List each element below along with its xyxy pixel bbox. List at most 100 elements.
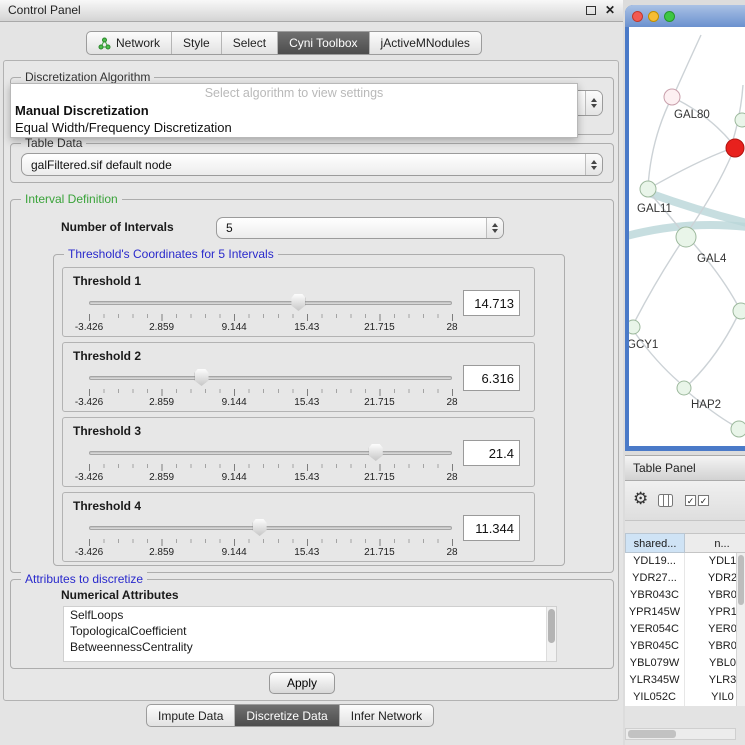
cell[interactable]: YER054C [625, 621, 685, 638]
scale-label: 15.43 [294, 397, 319, 408]
algorithm-dropdown-popup: Select algorithm to view settings Manual… [10, 83, 578, 138]
table-hscrollbar[interactable] [625, 728, 736, 740]
gear-icon[interactable]: ⚙ [633, 489, 648, 509]
list-item[interactable]: TopologicalCoefficient [64, 623, 556, 639]
scrollbar-thumb[interactable] [628, 730, 676, 738]
table-row[interactable]: YIL052CYIL0 [625, 689, 745, 706]
node[interactable] [735, 113, 745, 127]
node-hap2[interactable] [677, 381, 691, 395]
tab-network[interactable]: Network [87, 32, 171, 54]
control-panel-window: Control Panel ✕ Network Style Select Cyn… [0, 0, 623, 745]
tab-jactivemnodules[interactable]: jActiveMNodules [369, 32, 481, 54]
tab-impute-data[interactable]: Impute Data [147, 705, 234, 726]
cell[interactable]: YLR345W [625, 672, 685, 689]
dropdown-option-equal-width-frequency[interactable]: Equal Width/Frequency Discretization [11, 119, 577, 136]
threshold-2-value-field[interactable] [463, 365, 520, 391]
table-data-select[interactable]: galFiltered.sif default node [21, 153, 603, 176]
zoom-traffic-light[interactable] [664, 11, 675, 22]
threshold-4-panel: Threshold 4 -3.426 2.859 9.144 15.43 21.… [62, 492, 535, 562]
group-title: Threshold's Coordinates for 5 Intervals [64, 247, 278, 261]
slider-track[interactable] [89, 301, 452, 305]
scale-label: 21.715 [364, 472, 395, 483]
scale-label: -3.426 [75, 397, 103, 408]
scrollbar-thumb[interactable] [548, 609, 555, 643]
table-row[interactable]: YLR345WYLR3 [625, 672, 745, 689]
node-gal4[interactable] [676, 227, 696, 247]
scale-label: 28 [446, 397, 457, 408]
tab-label: Cyni Toolbox [289, 36, 357, 50]
cell[interactable]: YBL079W [625, 655, 685, 672]
scale-label: 9.144 [222, 547, 247, 558]
network-window-titlebar [625, 5, 745, 27]
table-row[interactable]: YDL19...YDL1 [625, 553, 745, 570]
table-vscrollbar[interactable] [736, 553, 745, 706]
threshold-1-slider[interactable] [89, 292, 452, 312]
select-none-icon[interactable]: ✓ [698, 495, 709, 506]
cell[interactable]: YBR043C [625, 587, 685, 604]
slider-ticks [89, 314, 453, 321]
node-gal11[interactable] [640, 181, 656, 197]
table-row[interactable]: YBL079WYBL0 [625, 655, 745, 672]
close-icon[interactable]: ✕ [605, 3, 615, 17]
tab-infer-network[interactable]: Infer Network [339, 705, 433, 726]
slider-handle[interactable] [369, 444, 383, 461]
numerical-attributes-list: SelfLoops TopologicalCoefficient Between… [63, 606, 557, 662]
table-row[interactable]: YER054CYER0 [625, 621, 745, 638]
cell[interactable]: YDR27... [625, 570, 685, 587]
cell[interactable]: YIL052C [625, 689, 685, 706]
combo-arrows-icon [585, 154, 602, 175]
table-row[interactable]: YBR045CYBR0 [625, 638, 745, 655]
slider-scale: -3.426 2.859 9.144 15.43 21.715 28 [89, 322, 452, 334]
tab-style[interactable]: Style [171, 32, 221, 54]
threshold-4-slider[interactable] [89, 517, 452, 537]
float-window-icon[interactable] [586, 6, 596, 15]
slider-handle[interactable] [291, 294, 305, 311]
scrollbar-thumb[interactable] [738, 555, 744, 605]
scale-label: 9.144 [222, 472, 247, 483]
threshold-2-slider[interactable] [89, 367, 452, 387]
threshold-3-value-field[interactable] [463, 440, 520, 466]
node-gal80[interactable] [664, 89, 680, 105]
list-scrollbar[interactable] [546, 607, 556, 661]
cell[interactable]: YBR045C [625, 638, 685, 655]
slider-handle[interactable] [195, 369, 209, 386]
list-item[interactable]: BetweennessCentrality [64, 639, 556, 655]
tab-select[interactable]: Select [221, 32, 277, 54]
slider-track[interactable] [89, 451, 452, 455]
node-gcy1[interactable] [629, 320, 640, 334]
number-of-intervals-select[interactable]: 5 [216, 217, 504, 239]
tab-label: Select [233, 36, 266, 50]
apply-button[interactable]: Apply [269, 672, 335, 694]
group-title: Table Data [21, 136, 86, 150]
node[interactable] [731, 421, 745, 437]
close-traffic-light[interactable] [632, 11, 643, 22]
table-row[interactable]: YDR27...YDR2 [625, 570, 745, 587]
slider-track[interactable] [89, 526, 452, 530]
select-all-icon[interactable]: ✓ [685, 495, 696, 506]
column-header-shared-name[interactable]: shared... [625, 533, 685, 553]
threshold-3-slider[interactable] [89, 442, 452, 462]
minimize-traffic-light[interactable] [648, 11, 659, 22]
cell[interactable]: YPR145W [625, 604, 685, 621]
list-item[interactable]: SelfLoops [64, 607, 556, 623]
threshold-4-value-field[interactable] [463, 515, 520, 541]
dropdown-option-manual-discretization[interactable]: Manual Discretization [11, 102, 577, 119]
columns-icon[interactable] [658, 494, 673, 507]
node[interactable] [733, 303, 745, 319]
table-data-group: Table Data galFiltered.sif default node [10, 143, 614, 183]
network-view-window: GAL80 GAL11 GAL4 GCY1 HAP2 [625, 5, 745, 451]
table-row[interactable]: YPR145WYPR1 [625, 604, 745, 621]
threshold-3-panel: Threshold 3 -3.426 2.859 9.144 15.43 21.… [62, 417, 535, 487]
network-canvas[interactable]: GAL80 GAL11 GAL4 GCY1 HAP2 [629, 27, 745, 446]
tab-cyni-toolbox[interactable]: Cyni Toolbox [277, 32, 368, 54]
table-row[interactable]: YBR043CYBR0 [625, 587, 745, 604]
cell[interactable]: YDL19... [625, 553, 685, 570]
interval-definition-group: Interval Definition Number of Intervals … [10, 199, 614, 573]
threshold-1-value-field[interactable] [463, 290, 520, 316]
tab-discretize-data[interactable]: Discretize Data [234, 705, 338, 726]
slider-track[interactable] [89, 376, 452, 380]
column-header-name[interactable]: n... [685, 533, 745, 553]
slider-handle[interactable] [253, 519, 267, 536]
node-red-selected[interactable] [726, 139, 744, 157]
scale-label: 21.715 [364, 322, 395, 333]
